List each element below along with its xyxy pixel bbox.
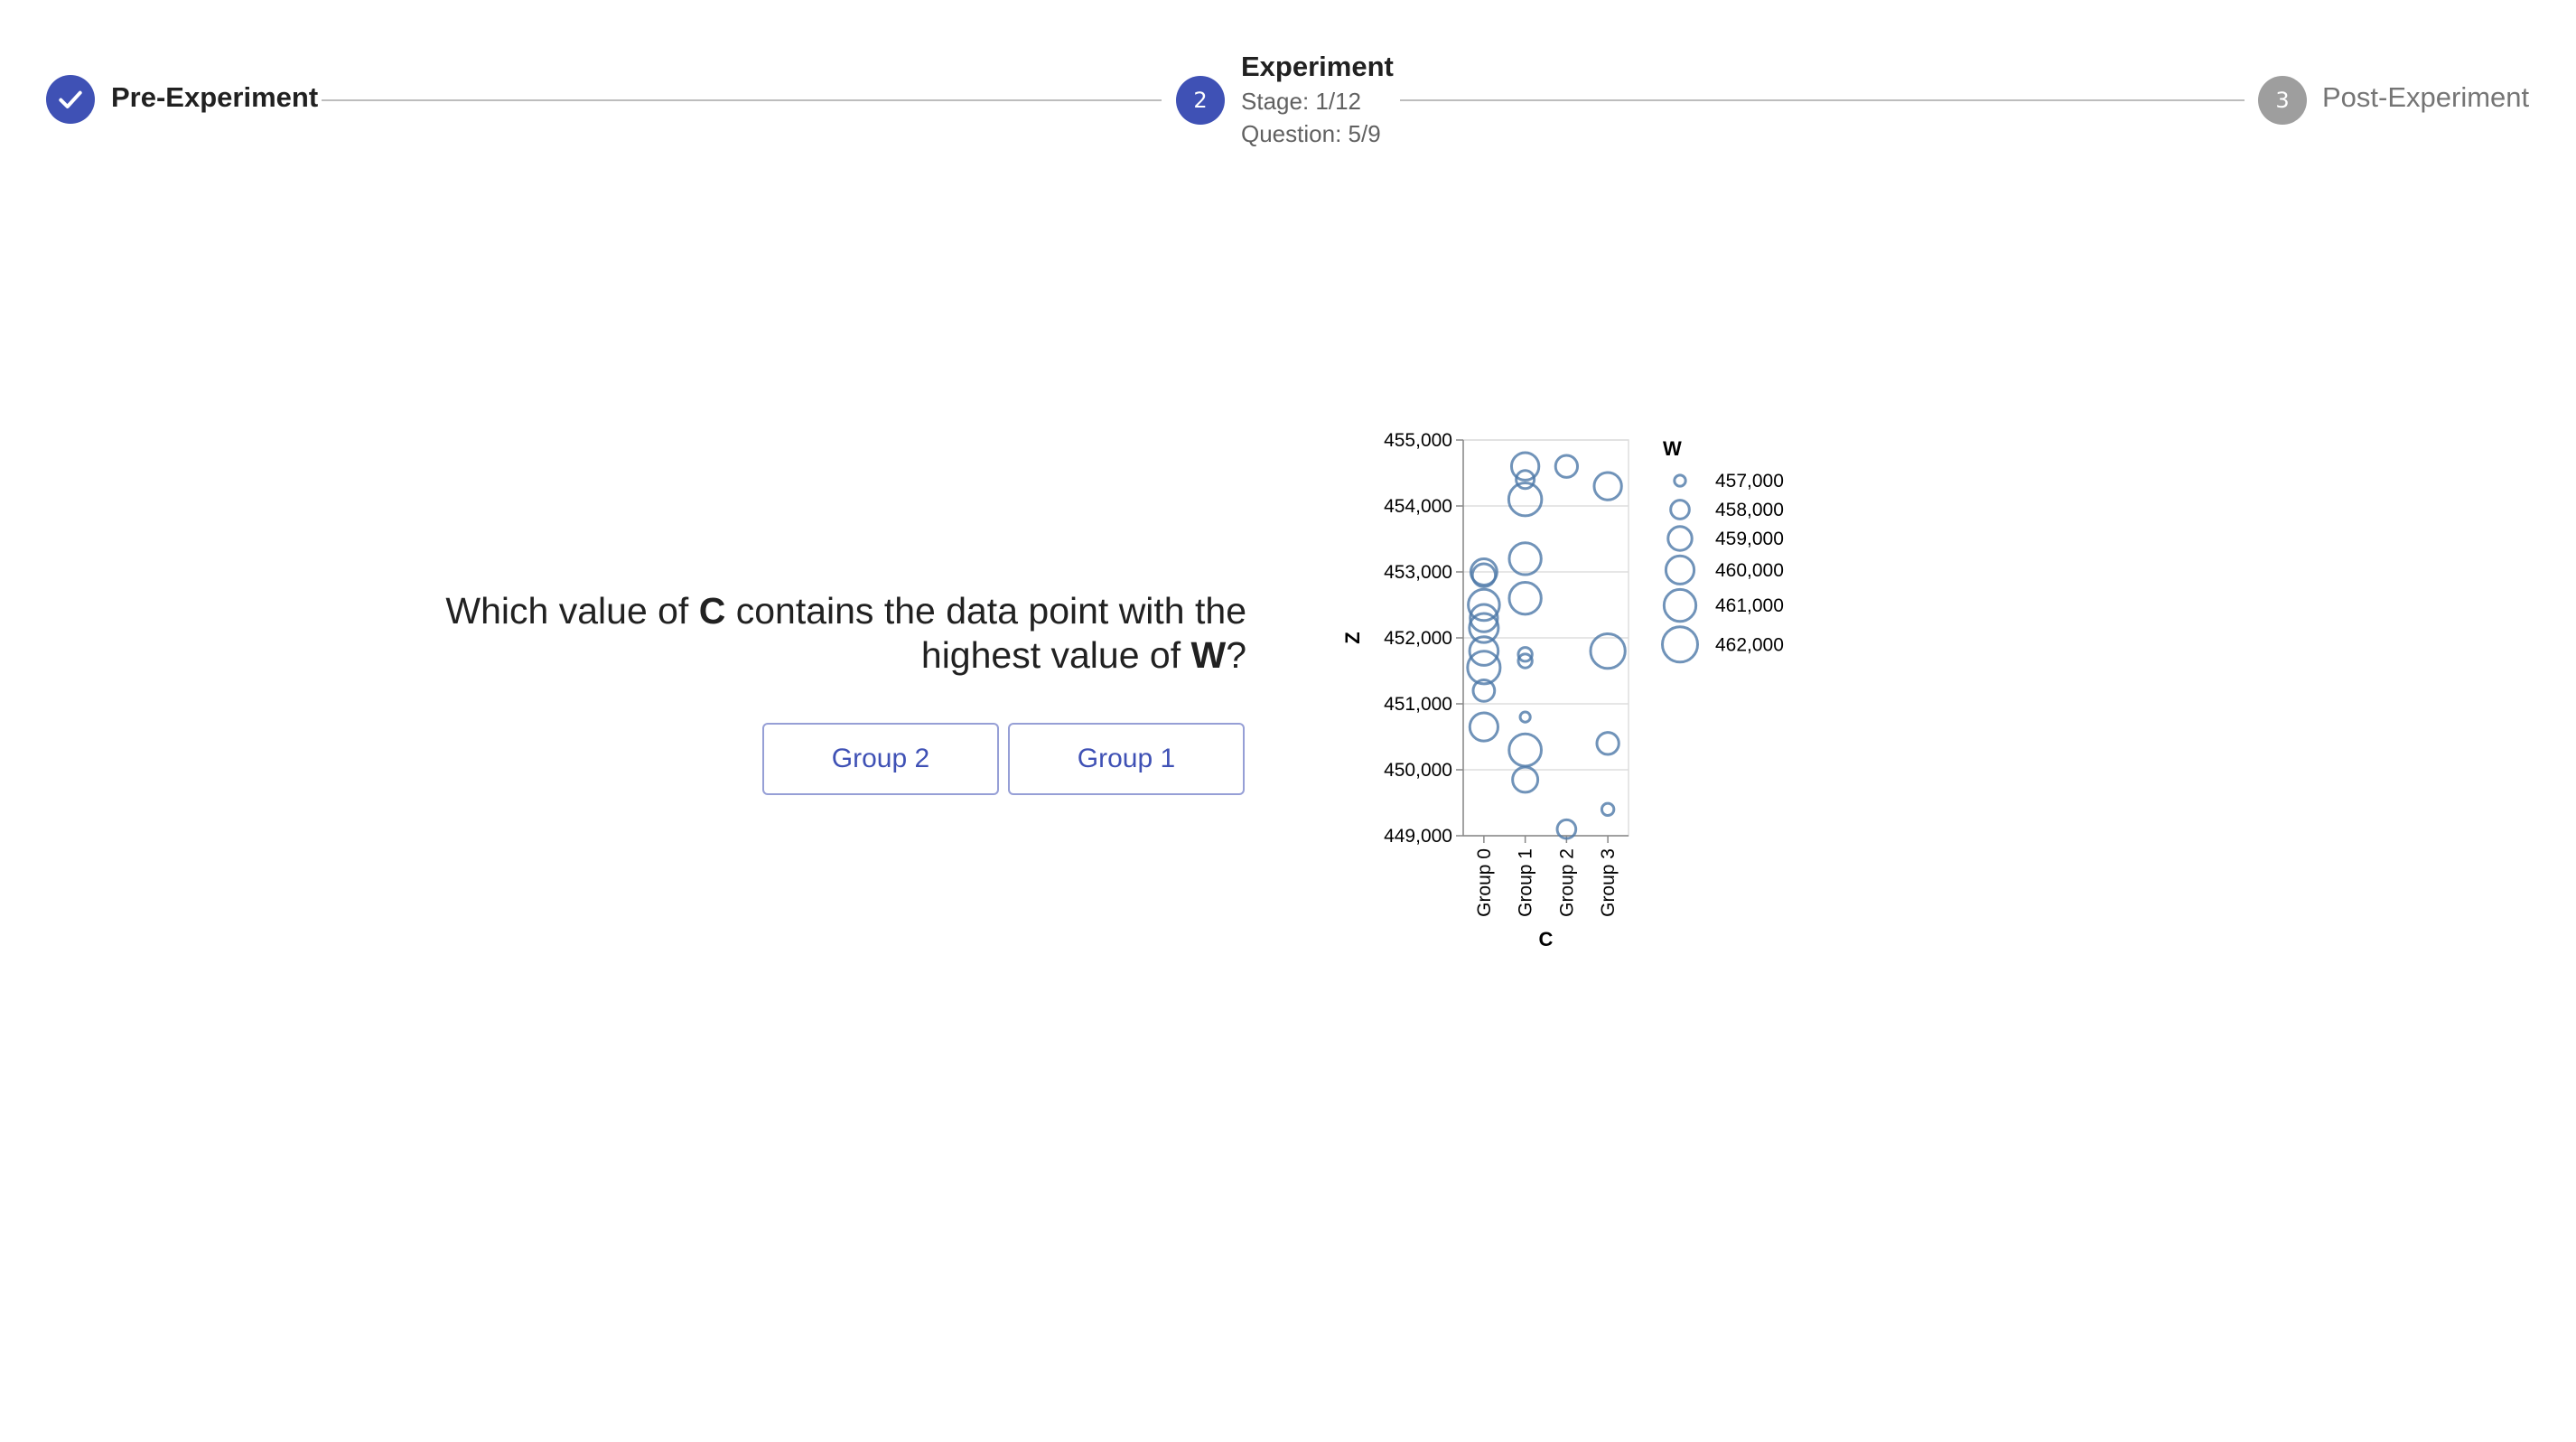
legend-symbol (1673, 473, 1687, 488)
step-connector-1 (322, 99, 1162, 101)
legend-symbol (1669, 499, 1691, 520)
legend-label: 461,000 (1715, 595, 1784, 616)
legend-label: 460,000 (1715, 560, 1784, 581)
y-tick-label: 451,000 (1384, 694, 1452, 715)
data-point (1507, 732, 1543, 768)
data-point (1507, 541, 1543, 576)
step-1-completed-badge (46, 75, 95, 124)
bubble-chart: 455,000 454,000 453,000 452,000 451,000 450,0… (1341, 430, 1784, 950)
y-axis-title: Z (1341, 632, 1364, 643)
y-tick-label: 450,000 (1384, 760, 1452, 781)
y-tick-label: 452,000 (1384, 628, 1452, 649)
data-point (1507, 581, 1543, 616)
legend-title: W (1663, 437, 1682, 460)
legend-label: 459,000 (1715, 529, 1784, 549)
data-point (1600, 801, 1616, 818)
x-axis-title: C (1539, 928, 1554, 950)
y-tick-label: 454,000 (1384, 496, 1452, 517)
step-2-label: Experiment (1241, 51, 1394, 82)
y-tick-label: 449,000 (1384, 826, 1452, 847)
legend-symbol (1661, 625, 1699, 664)
progress-stepper: Pre-Experiment 2 Experiment Stage: 1/12 … (0, 0, 2576, 181)
legend-label: 457,000 (1715, 471, 1784, 492)
legend-symbol (1662, 587, 1698, 623)
question-counter: Question: 5/9 (1241, 120, 1381, 147)
question-suffix: ? (1226, 634, 1246, 676)
legend-symbol (1666, 525, 1694, 552)
y-tick-label: 455,000 (1384, 430, 1452, 451)
data-point (1511, 765, 1540, 794)
data-point (1592, 471, 1623, 501)
question-prefix: Which value of (445, 590, 699, 632)
legend-symbol (1664, 554, 1696, 585)
x-tick-label: Group 0 (1474, 848, 1495, 917)
question-variable-c: C (698, 590, 726, 632)
step-3-label: Post-Experiment (2322, 81, 2530, 113)
stage-counter: Stage: 1/12 (1241, 88, 1361, 115)
y-tick-label: 453,000 (1384, 562, 1452, 583)
x-tick-label: Group 3 (1598, 848, 1619, 917)
check-icon (59, 90, 82, 108)
data-point (1468, 711, 1499, 743)
answer-button-group-1[interactable]: Group 1 (1008, 723, 1245, 795)
data-point (1470, 562, 1498, 588)
data-point (1554, 454, 1580, 479)
step-1-label: Pre-Experiment (111, 81, 319, 113)
question-middle: contains the data point with the highest… (725, 590, 1246, 676)
answer-button-group-2[interactable]: Group 2 (762, 723, 999, 795)
step-2-badge: 2 (1176, 76, 1225, 125)
data-point (1595, 731, 1620, 756)
legend-label: 462,000 (1715, 634, 1784, 655)
step-3-badge: 3 (2258, 76, 2307, 125)
legend-label: 458,000 (1715, 500, 1784, 520)
x-tick-label: Group 2 (1556, 848, 1577, 917)
x-tick-label: Group 1 (1516, 848, 1536, 917)
data-point (1518, 710, 1532, 724)
step-connector-2 (1400, 99, 2245, 101)
question-text: Which value of C contains the data point… (343, 589, 1246, 678)
data-point (1589, 632, 1627, 670)
question-variable-w: W (1190, 634, 1227, 676)
